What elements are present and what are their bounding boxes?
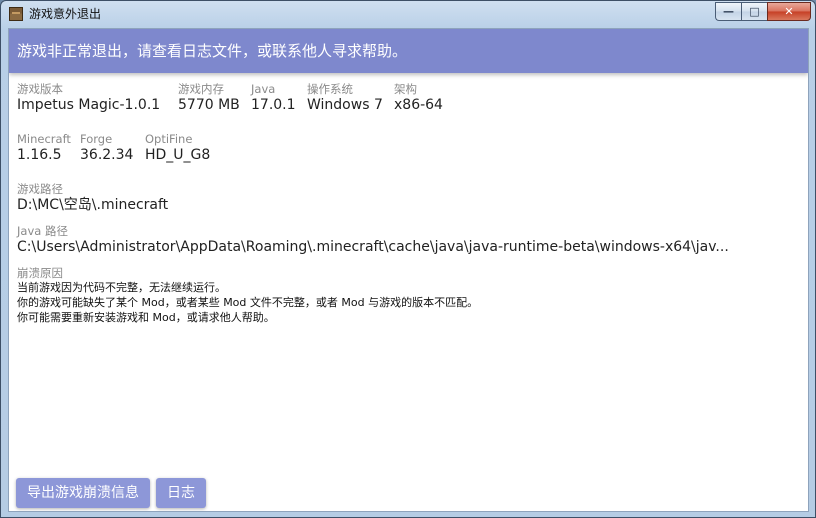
close-button[interactable]: ✕	[767, 2, 811, 21]
optifine-value: HD_U_G8	[145, 147, 211, 163]
os-field: 操作系统 Windows 7	[307, 82, 383, 114]
game-path-label: 游戏路径	[17, 182, 63, 196]
game-version-label: 游戏版本	[17, 82, 63, 96]
minimize-button[interactable]: —	[715, 2, 741, 21]
game-path-field: 游戏路径 D:\MC\空岛\.minecraft	[17, 182, 168, 214]
minecraft-value: 1.16.5	[17, 147, 62, 163]
game-memory-label: 游戏内存	[178, 82, 224, 96]
window-title: 游戏意外退出	[29, 7, 102, 21]
minecraft-label: Minecraft	[17, 132, 71, 146]
maximize-button[interactable]: □	[741, 2, 767, 21]
java-version-field: Java 17.0.1	[251, 82, 296, 114]
optifine-version-field: OptiFine HD_U_G8	[145, 132, 210, 164]
game-version-field: 游戏版本 Impetus Magic-1.0.1	[17, 82, 160, 114]
title-bar[interactable]: 游戏意外退出 — □ ✕	[1, 1, 815, 27]
minecraft-block-icon	[9, 7, 23, 21]
dialog-content: 游戏非正常退出，请查看日志文件，或联系他人寻求帮助。 游戏版本 Impetus …	[8, 28, 809, 512]
forge-label: Forge	[80, 132, 113, 146]
java-version-label: Java	[251, 82, 276, 96]
game-memory-value: 5770 MB	[178, 97, 240, 113]
arch-field: 架构 x86-64	[394, 82, 443, 114]
export-crash-info-button[interactable]: 导出游戏崩溃信息	[16, 478, 150, 508]
crash-reason-line: 你可能需要重新安装游戏和 Mod，或请求他人帮助。	[17, 311, 275, 324]
java-path-value: C:\Users\Administrator\AppData\Roaming\.…	[17, 239, 729, 255]
game-path-value: D:\MC\空岛\.minecraft	[17, 197, 169, 213]
os-label: 操作系统	[307, 82, 353, 96]
crash-reason-line: 当前游戏因为代码不完整，无法继续运行。	[17, 281, 226, 294]
arch-label: 架构	[394, 82, 417, 96]
java-path-label: Java 路径	[17, 224, 68, 238]
crash-banner: 游戏非正常退出，请查看日志文件，或联系他人寻求帮助。	[9, 29, 808, 73]
window-controls: — □ ✕	[715, 2, 811, 21]
crash-dialog-window: 游戏意外退出 — □ ✕ 游戏非正常退出，请查看日志文件，或联系他人寻求帮助。 …	[0, 0, 816, 518]
os-value: Windows 7	[307, 97, 383, 113]
log-button[interactable]: 日志	[156, 478, 206, 508]
forge-value: 36.2.34	[80, 147, 134, 163]
optifine-label: OptiFine	[145, 132, 193, 146]
game-memory-field: 游戏内存 5770 MB	[178, 82, 240, 114]
game-version-value: Impetus Magic-1.0.1	[17, 97, 161, 113]
java-path-field: Java 路径 C:\Users\Administrator\AppData\R…	[17, 224, 729, 256]
minecraft-version-field: Minecraft 1.16.5	[17, 132, 71, 164]
arch-value: x86-64	[394, 97, 443, 113]
java-version-value: 17.0.1	[251, 97, 296, 113]
forge-version-field: Forge 36.2.34	[80, 132, 133, 164]
crash-reason-label: 崩溃原因	[17, 266, 63, 280]
crash-reason-line: 你的游戏可能缺失了某个 Mod，或者某些 Mod 文件不完整，或者 Mod 与游…	[17, 296, 479, 309]
crash-reason-section: 崩溃原因 当前游戏因为代码不完整，无法继续运行。 你的游戏可能缺失了某个 Mod…	[17, 266, 478, 325]
